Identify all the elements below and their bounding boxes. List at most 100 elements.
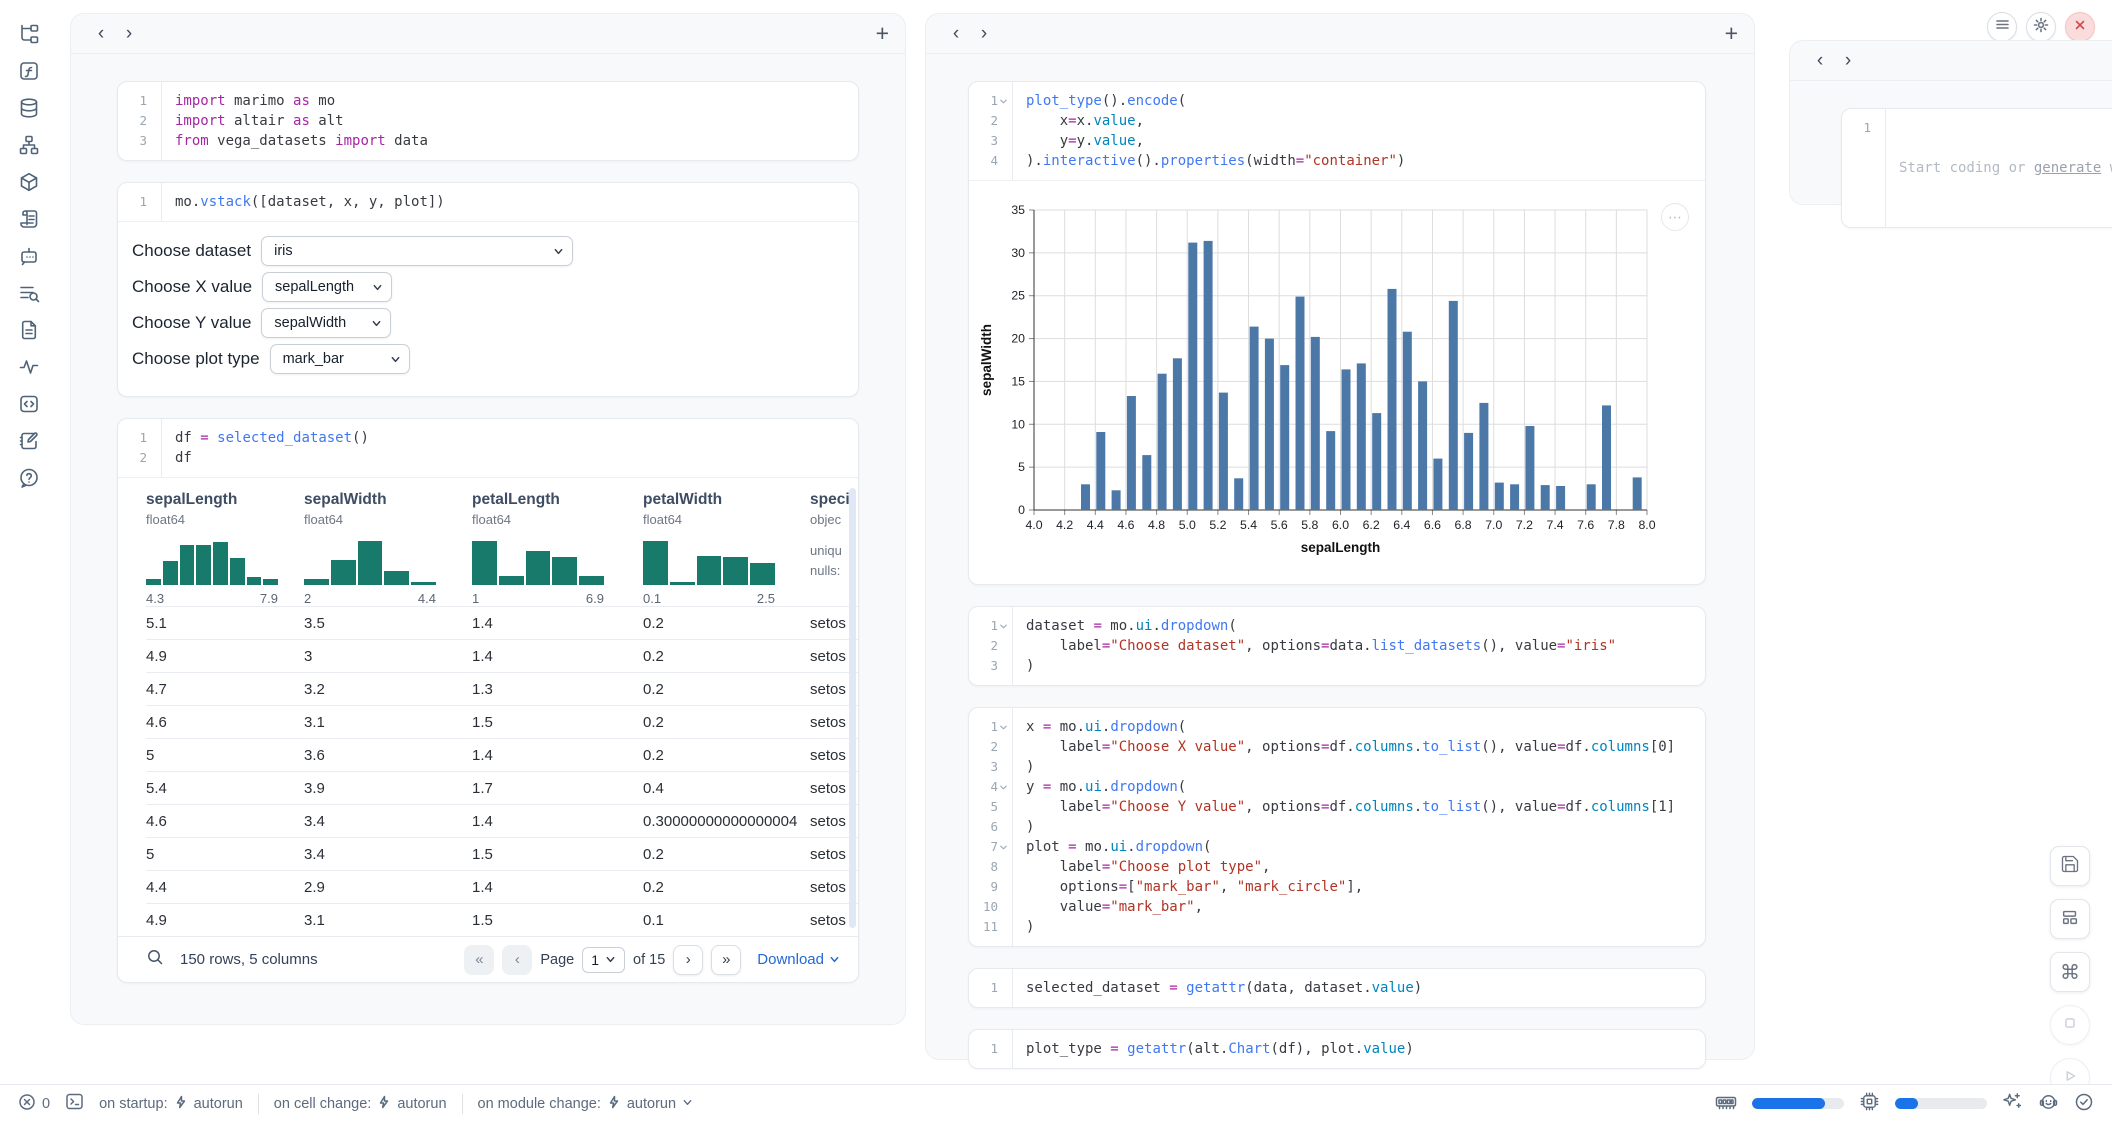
code-editor[interactable]: 1234567891011x = mo.ui.dropdown( label="… (969, 708, 1705, 946)
database-icon[interactable] (12, 96, 46, 120)
code-cell-selected-dataset[interactable]: 1selected_dataset = getattr(data, datase… (968, 968, 1706, 1008)
column-header-petalLength[interactable]: petalLengthfloat6416.9 (472, 491, 643, 606)
code-line[interactable]: ) (1026, 656, 1695, 676)
code-editor[interactable]: 1plot_type = getattr(alt.Chart(df), plot… (969, 1030, 1705, 1068)
settings-button[interactable] (2026, 12, 2056, 42)
table-row[interactable]: 4.42.91.40.2setos (146, 870, 858, 903)
column-header-petalWidth[interactable]: petalWidthfloat640.12.5 (643, 491, 810, 606)
code-line[interactable]: import marimo as mo (175, 91, 848, 111)
code-cell-vstack[interactable]: 1mo.vstack([dataset, x, y, plot])Choose … (117, 182, 859, 397)
altair-bar-chart[interactable]: 4.04.24.44.64.85.05.25.45.65.86.06.26.46… (969, 181, 1705, 584)
code-line[interactable]: plot = mo.ui.dropdown( (1026, 837, 1695, 857)
code-editor[interactable]: 1234plot_type().encode( x=x.value, y=y.v… (969, 82, 1705, 180)
stop-button[interactable] (2050, 1005, 2090, 1045)
code-line[interactable]: mo.vstack([dataset, x, y, plot]) (175, 192, 848, 212)
panel2-next-cell-button[interactable]: › (970, 21, 998, 47)
code-block-icon[interactable] (12, 392, 46, 416)
table-scrollbar[interactable] (849, 488, 856, 928)
ai-sparkles-button[interactable] (2002, 1091, 2023, 1116)
table-row[interactable]: 4.93.11.50.1setos (146, 903, 858, 936)
table-row[interactable]: 4.931.40.2setos (146, 639, 858, 672)
code-cell-dataframe[interactable]: 12df = selected_dataset()df sepalLengthfl… (117, 418, 859, 983)
chart-menu-button[interactable]: ⋯ (1661, 203, 1689, 231)
assistant-button[interactable] (2038, 1091, 2059, 1116)
table-row[interactable]: 4.73.21.30.2setos (146, 672, 858, 705)
file-text-icon[interactable] (12, 318, 46, 342)
code-line[interactable]: plot_type = getattr(alt.Chart(df), plot.… (1026, 1039, 1695, 1059)
code-cell-imports[interactable]: 123import marimo as moimport altair as a… (117, 81, 859, 161)
notebook-pen-icon[interactable] (12, 429, 46, 453)
panel3-prev-cell-button[interactable]: ‹ (1806, 48, 1834, 74)
code-line[interactable]: label="Choose dataset", options=data.lis… (1026, 636, 1695, 656)
code-line[interactable]: plot_type().encode( (1026, 91, 1695, 111)
panel2-add-cell-button[interactable]: + (1725, 20, 1738, 47)
code-line[interactable]: label="Choose X value", options=df.colum… (1026, 737, 1695, 757)
code-line[interactable]: ) (1026, 917, 1695, 937)
code-editor[interactable]: 1selected_dataset = getattr(data, datase… (969, 969, 1705, 1007)
workflow-icon[interactable] (12, 133, 46, 157)
code-cell-chart-cell[interactable]: 1234plot_type().encode( x=x.value, y=y.v… (968, 81, 1706, 585)
run-config-on-cell-change[interactable]: on cell change:autorun (274, 1095, 447, 1113)
code-line[interactable]: x = mo.ui.dropdown( (1026, 717, 1695, 737)
code-editor[interactable]: 12df = selected_dataset()df (118, 419, 858, 477)
code-line[interactable]: ).interactive().properties(width="contai… (1026, 151, 1695, 171)
code-line[interactable]: selected_dataset = getattr(data, dataset… (1026, 978, 1695, 998)
code-line[interactable]: import altair as alt (175, 111, 848, 131)
function-square-icon[interactable] (12, 59, 46, 83)
download-button[interactable]: Download (757, 951, 840, 968)
choose-dataset-select[interactable]: iris (261, 236, 573, 266)
code-line[interactable]: df (175, 448, 848, 468)
table-row[interactable]: 5.13.51.40.2setos (146, 606, 858, 639)
code-editor[interactable]: 123dataset = mo.ui.dropdown( label="Choo… (969, 607, 1705, 685)
code-line[interactable]: label="Choose Y value", options=df.colum… (1026, 797, 1695, 817)
search-icon[interactable] (146, 948, 164, 971)
run-config-on-module-change[interactable]: on module change:autorun (478, 1095, 694, 1113)
code-editor[interactable]: 123import marimo as moimport altair as a… (118, 82, 858, 160)
code-line[interactable]: value="mark_bar", (1026, 897, 1695, 917)
layout-button[interactable] (2050, 899, 2090, 939)
code-line[interactable]: y=y.value, (1026, 131, 1695, 151)
terminal-button[interactable] (65, 1092, 84, 1115)
list-search-icon[interactable] (12, 281, 46, 305)
table-row[interactable]: 53.61.40.2setos (146, 738, 858, 771)
menu-button[interactable] (1987, 12, 2017, 42)
code-line[interactable]: dataset = mo.ui.dropdown( (1026, 616, 1695, 636)
code-editor[interactable]: 1mo.vstack([dataset, x, y, plot]) (118, 183, 858, 221)
scroll-text-icon[interactable] (12, 207, 46, 231)
next-page-button[interactable]: › (673, 945, 703, 975)
connection-status-button[interactable] (2074, 1092, 2094, 1116)
activity-icon[interactable] (12, 355, 46, 379)
bot-message-icon[interactable] (12, 244, 46, 268)
panel2-prev-cell-button[interactable]: ‹ (942, 21, 970, 47)
first-page-button[interactable]: « (464, 945, 494, 975)
code-line[interactable]: x=x.value, (1026, 111, 1695, 131)
panel1-add-cell-button[interactable]: + (876, 20, 889, 47)
code-line[interactable]: ) (1026, 757, 1695, 777)
code-cell-plot-type[interactable]: 1plot_type = getattr(alt.Chart(df), plot… (968, 1029, 1706, 1069)
generate-link[interactable]: generate (2034, 160, 2101, 176)
table-row[interactable]: 4.63.11.50.2setos (146, 705, 858, 738)
code-line[interactable]: y = mo.ui.dropdown( (1026, 777, 1695, 797)
table-row[interactable]: 53.41.50.2setos (146, 837, 858, 870)
file-tree-icon[interactable] (12, 22, 46, 46)
code-line[interactable]: options=["mark_bar", "mark_circle"], (1026, 877, 1695, 897)
editor-placeholder[interactable]: Start coding or generate with (1899, 158, 2112, 178)
column-header-sepalLength[interactable]: sepalLengthfloat644.37.9 (146, 491, 304, 606)
code-cell-dataset-dropdown[interactable]: 123dataset = mo.ui.dropdown( label="Choo… (968, 606, 1706, 686)
code-line[interactable]: from vega_datasets import data (175, 131, 848, 151)
package-icon[interactable] (12, 170, 46, 194)
column-header-sepalWidth[interactable]: sepalWidthfloat6424.4 (304, 491, 472, 606)
help-circle-icon[interactable] (12, 466, 46, 490)
choose-x-value-select[interactable]: sepalLength (262, 272, 392, 302)
page-select[interactable]: 1 (582, 947, 625, 973)
run-config-on-startup[interactable]: on startup:autorun (99, 1095, 243, 1113)
last-page-button[interactable]: » (711, 945, 741, 975)
code-line[interactable]: ) (1026, 817, 1695, 837)
prev-page-button[interactable]: ‹ (502, 945, 532, 975)
table-row[interactable]: 5.43.91.70.4setos (146, 771, 858, 804)
table-row[interactable]: 4.63.41.40.30000000000000004setos (146, 804, 858, 837)
code-line[interactable]: df = selected_dataset() (175, 428, 848, 448)
panel1-prev-cell-button[interactable]: ‹ (87, 21, 115, 47)
panel3-next-cell-button[interactable]: › (1834, 48, 1862, 74)
empty-code-cell[interactable]: 1 Start coding or generate with (1841, 108, 2112, 228)
